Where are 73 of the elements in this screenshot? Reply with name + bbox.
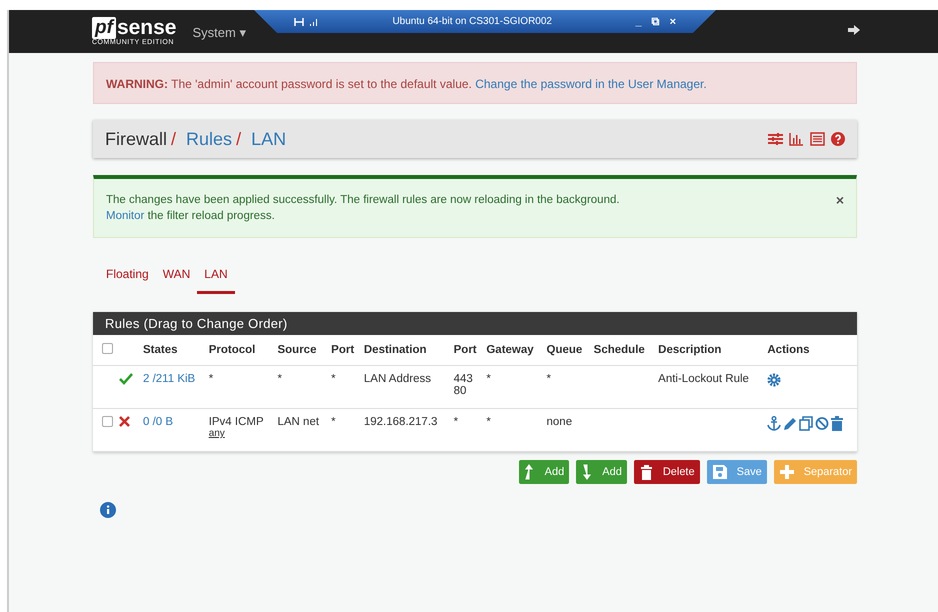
table-cell-text: * (486, 416, 492, 428)
states-link[interactable]: 2 /211 KiB (143, 373, 196, 385)
warning-message: WARNING: The 'admin' account password is set to the default value. (106, 77, 473, 91)
column-header: Source (277, 344, 316, 356)
signal-icon (309, 18, 319, 26)
table-cell-text: * (331, 416, 337, 428)
table-cell-text: 80 (454, 385, 468, 397)
vm-title: Ubuntu 64-bit on CS301-SGIOR002 (391, 16, 553, 27)
plus-icon (780, 465, 794, 479)
icmp-type-link[interactable]: any (208, 428, 272, 439)
column-header: Port (454, 344, 477, 356)
table-cell-text: IPv4 ICMP (208, 416, 265, 428)
arrow-up-icon (524, 464, 535, 480)
checkbox[interactable] (102, 416, 113, 427)
tab[interactable]: Floating (99, 264, 156, 294)
column-header: Actions (767, 344, 810, 356)
column-header: Protocol (208, 344, 256, 356)
states-link[interactable]: 0 /0 B (143, 416, 174, 428)
table-cell-text: * (208, 373, 214, 385)
checkbox[interactable] (102, 343, 113, 354)
success-message: The changes have been applied successfully. The firewall rules are now reloading in the background. Monitor the filter reload progress. (106, 193, 621, 224)
nav-menu[interactable]: System ▾ (192, 25, 246, 40)
help-icon[interactable] (831, 132, 845, 146)
table-cell-text: * (331, 373, 337, 385)
table-cell-text: LAN net (277, 416, 320, 428)
anchor-icon[interactable] (767, 416, 782, 431)
info-icon[interactable] (100, 502, 116, 518)
column-header: Description (658, 344, 722, 356)
table-cell-text: * (486, 373, 492, 385)
panel-title: Rules (Drag to Change Order) (93, 312, 857, 335)
table-cell-text: * (454, 416, 460, 428)
window-control[interactable]: × (670, 16, 676, 28)
column-header: Queue (546, 344, 582, 356)
window-control[interactable]: ⧉ (652, 16, 660, 28)
table-cell-text: LAN Address (364, 373, 432, 385)
table-cell-text: none (546, 416, 574, 428)
table-cell-text: 192.168.217.3 (364, 416, 438, 428)
copy-icon[interactable] (799, 416, 814, 431)
trash-icon (640, 464, 653, 480)
sliders-icon[interactable] (768, 132, 783, 146)
delete-button[interactable]: Delete (634, 460, 700, 484)
close-button[interactable]: × (836, 192, 844, 224)
list-icon[interactable] (810, 132, 825, 146)
table-cell-text: Anti-Lockout Rule (658, 373, 750, 385)
bar-chart-icon[interactable] (789, 132, 804, 146)
breadcrumb-link[interactable]: Rules (186, 128, 232, 150)
add-down-button[interactable]: Add (576, 460, 627, 484)
monitor-link[interactable]: Monitor (106, 210, 144, 222)
tab[interactable]: WAN (156, 264, 198, 294)
column-header: Port (331, 344, 354, 356)
tab[interactable]: LAN (197, 264, 235, 294)
user-manager-link[interactable]: Change the password in the User Manager. (475, 77, 707, 91)
column-header: Destination (364, 344, 426, 356)
disable-icon[interactable] (815, 416, 830, 431)
breadcrumb-text: Firewall (105, 128, 168, 150)
trash-icon[interactable] (831, 416, 844, 431)
pencil-icon[interactable] (783, 416, 798, 431)
column-header: States (143, 344, 178, 356)
column-header: Gateway (486, 344, 534, 356)
table-cell-text: 443 (454, 373, 474, 385)
window-control[interactable]: _ (635, 16, 642, 28)
arrow-down-icon (582, 464, 592, 480)
table-cell-text: * (546, 373, 552, 385)
breadcrumb-separator: / (236, 128, 242, 150)
table-cell-text: * (277, 373, 283, 385)
pin-icon[interactable] (294, 18, 304, 26)
breadcrumb-link[interactable]: LAN (251, 128, 286, 150)
add-up-button[interactable]: Add (518, 460, 570, 484)
gear-icon[interactable] (767, 373, 782, 387)
floppy-icon (712, 465, 727, 479)
column-header: Schedule (594, 344, 645, 356)
breadcrumb-separator: / (171, 128, 176, 150)
logout-icon[interactable] (848, 24, 862, 36)
